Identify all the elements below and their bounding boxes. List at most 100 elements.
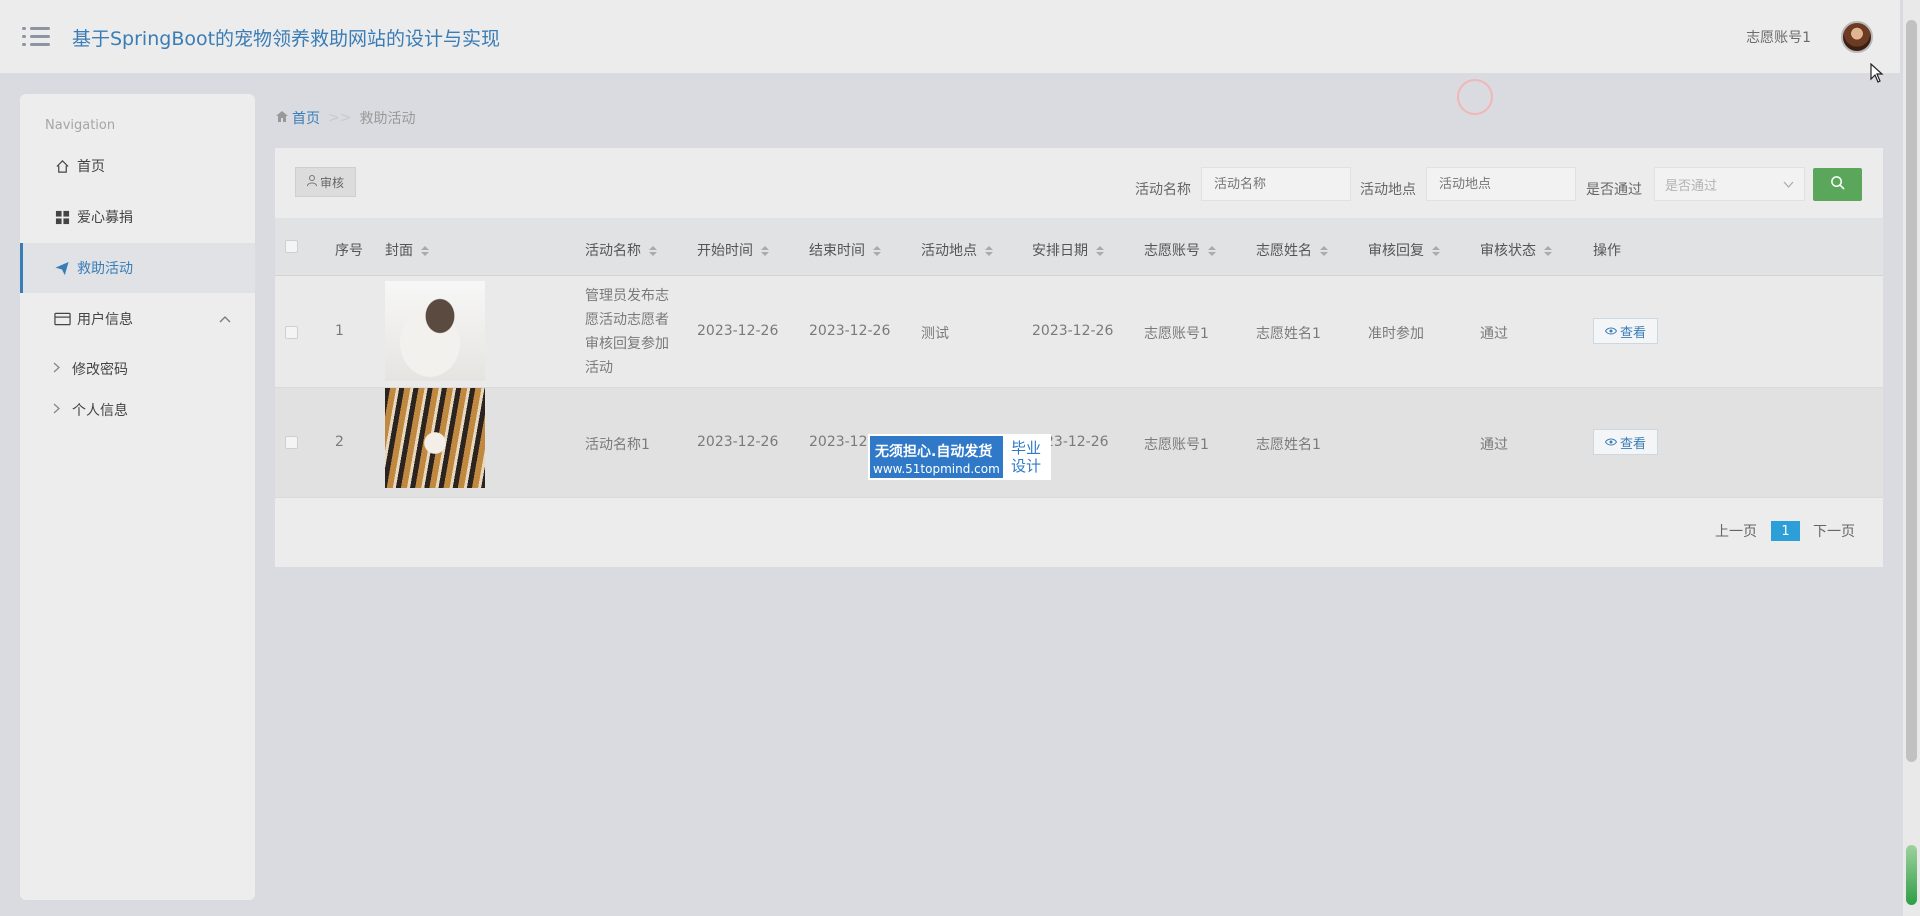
row-checkbox[interactable] bbox=[285, 326, 298, 339]
sidebar-item-home[interactable]: 首页 bbox=[20, 141, 255, 191]
sort-icon[interactable] bbox=[1320, 245, 1328, 257]
sort-icon[interactable] bbox=[985, 245, 993, 257]
col-header-label: 结束时间 bbox=[809, 243, 865, 259]
table-row: 1 管理员发布志愿活动志愿者审核回复参加活动 2023-12-26 2023-1… bbox=[275, 276, 1883, 388]
col-header-volunteer[interactable]: 志愿姓名 bbox=[1256, 240, 1328, 260]
activity-location-input[interactable] bbox=[1426, 167, 1576, 201]
approved-select[interactable]: 是否通过 bbox=[1654, 167, 1805, 201]
sort-icon[interactable] bbox=[873, 245, 881, 257]
view-button-label: 查看 bbox=[1619, 325, 1646, 341]
user-icon bbox=[306, 175, 317, 189]
user-avatar[interactable] bbox=[1841, 21, 1873, 53]
sidebar-subitem-change-password[interactable]: 修改密码 bbox=[20, 349, 255, 389]
watermark-badge-line1: 毕业 bbox=[1010, 439, 1041, 457]
eye-icon bbox=[1604, 435, 1618, 450]
sidebar-subitem-personal-info[interactable]: 个人信息 bbox=[20, 390, 255, 430]
col-header-label: 志愿姓名 bbox=[1256, 243, 1312, 259]
card-icon bbox=[53, 310, 71, 328]
activity-name-input[interactable] bbox=[1201, 167, 1351, 201]
sidebar: Navigation 首页 爱心募捐 救助活动 用户信息 修改密码 个人信息 bbox=[20, 94, 255, 900]
audit-button-label: 审核 bbox=[319, 175, 344, 190]
house-icon bbox=[276, 110, 288, 126]
breadcrumb: 首页 >> 救助活动 bbox=[276, 108, 415, 128]
cell-end-time: 2023-12-26 bbox=[809, 323, 891, 339]
cell-date: 23-12-26 bbox=[1045, 434, 1109, 450]
col-header-label: 审核回复 bbox=[1368, 243, 1424, 259]
filter-label-name: 活动名称 bbox=[1135, 182, 1191, 198]
cell-status: 通过 bbox=[1480, 326, 1508, 342]
filter-label-approved: 是否通过 bbox=[1586, 182, 1642, 198]
table-row: 2 活动名称1 2023-12-26 2023-12- 23-12-26 志愿账… bbox=[275, 388, 1883, 498]
sort-icon[interactable] bbox=[1096, 245, 1104, 257]
approved-select-value: 是否通过 bbox=[1665, 178, 1718, 194]
filter-label-location: 活动地点 bbox=[1360, 182, 1416, 198]
col-header-label: 志愿账号 bbox=[1144, 243, 1200, 259]
paper-plane-icon bbox=[53, 259, 71, 277]
col-header-label: 安排日期 bbox=[1032, 243, 1088, 259]
watermark-badge: 毕业 设计 bbox=[1003, 436, 1049, 478]
chevron-down-icon bbox=[1783, 177, 1794, 192]
col-header-start[interactable]: 开始时间 bbox=[697, 240, 769, 260]
cell-index: 1 bbox=[335, 323, 344, 339]
col-header-action: 操作 bbox=[1593, 243, 1621, 259]
audit-button[interactable]: 审核 bbox=[295, 167, 356, 197]
row-checkbox[interactable] bbox=[285, 436, 298, 449]
col-header-label: 活动地点 bbox=[921, 243, 977, 259]
cell-start-time: 2023-12-26 bbox=[697, 323, 779, 339]
view-button[interactable]: 查看 bbox=[1593, 429, 1658, 455]
sidebar-item-label: 用户信息 bbox=[77, 312, 133, 328]
sort-icon[interactable] bbox=[1544, 245, 1552, 257]
search-icon bbox=[1830, 175, 1845, 194]
sort-icon[interactable] bbox=[1208, 245, 1216, 257]
select-all-checkbox[interactable] bbox=[285, 240, 298, 253]
nav-heading: Navigation bbox=[45, 118, 116, 133]
col-header-label: 审核状态 bbox=[1480, 243, 1536, 259]
chevron-up-icon[interactable] bbox=[219, 311, 231, 327]
sort-icon[interactable] bbox=[421, 245, 429, 257]
mouse-cursor-icon bbox=[1870, 63, 1884, 83]
cell-status: 通过 bbox=[1480, 437, 1508, 453]
cell-location: 测试 bbox=[921, 326, 949, 342]
top-bar: 基于SpringBoot的宠物领养救助网站的设计与实现 志愿账号1 bbox=[0, 0, 1900, 74]
col-header-location[interactable]: 活动地点 bbox=[921, 240, 993, 260]
watermark-overlay: 无须担心.自动发货 www.51topmind.com 毕业 设计 bbox=[868, 434, 1051, 480]
cover-image-cat bbox=[385, 281, 485, 381]
sidebar-subitem-label: 个人信息 bbox=[72, 403, 128, 419]
cell-activity-name: 活动名称1 bbox=[585, 437, 650, 453]
watermark-badge-line2: 设计 bbox=[1010, 457, 1041, 475]
sort-icon[interactable] bbox=[649, 245, 657, 257]
sidebar-item-rescue-activity[interactable]: 救助活动 bbox=[20, 243, 255, 293]
sidebar-item-label: 爱心募捐 bbox=[77, 210, 133, 226]
col-header-status[interactable]: 审核状态 bbox=[1480, 240, 1552, 260]
col-header-label: 活动名称 bbox=[585, 243, 641, 259]
cell-index: 2 bbox=[335, 434, 344, 450]
sort-icon[interactable] bbox=[761, 245, 769, 257]
sidebar-item-user-info[interactable]: 用户信息 bbox=[20, 294, 255, 344]
menu-toggle-icon[interactable] bbox=[22, 27, 50, 47]
col-header-date[interactable]: 安排日期 bbox=[1032, 240, 1104, 260]
search-button[interactable] bbox=[1813, 168, 1862, 201]
sort-icon[interactable] bbox=[1432, 245, 1440, 257]
col-header-account[interactable]: 志愿账号 bbox=[1144, 240, 1216, 260]
prev-page-link[interactable]: 上一页 bbox=[1715, 521, 1757, 541]
page-number-current[interactable]: 1 bbox=[1771, 521, 1800, 541]
cell-volunteer: 志愿姓名1 bbox=[1256, 326, 1321, 342]
chevron-right-icon bbox=[53, 361, 60, 377]
col-header-reply[interactable]: 审核回复 bbox=[1368, 240, 1440, 260]
cell-start-time: 2023-12-26 bbox=[697, 434, 779, 450]
cell-activity-name: 管理员发布志愿活动志愿者审核回复参加活动 bbox=[585, 288, 669, 376]
eye-icon bbox=[1604, 324, 1618, 339]
scrollbar-thumb[interactable] bbox=[1906, 20, 1917, 762]
view-button[interactable]: 查看 bbox=[1593, 318, 1658, 344]
sidebar-item-donation[interactable]: 爱心募捐 bbox=[20, 192, 255, 242]
sidebar-subitem-label: 修改密码 bbox=[72, 362, 128, 378]
col-header-label: 封面 bbox=[385, 243, 413, 259]
col-header-name[interactable]: 活动名称 bbox=[585, 240, 657, 260]
cell-account: 志愿账号1 bbox=[1144, 326, 1209, 342]
breadcrumb-home-link[interactable]: 首页 bbox=[292, 108, 320, 128]
next-page-link[interactable]: 下一页 bbox=[1813, 521, 1855, 541]
app-title: 基于SpringBoot的宠物领养救助网站的设计与实现 bbox=[72, 28, 501, 50]
col-header-cover[interactable]: 封面 bbox=[385, 240, 429, 260]
col-header-end[interactable]: 结束时间 bbox=[809, 240, 881, 260]
user-name[interactable]: 志愿账号1 bbox=[1746, 27, 1811, 47]
